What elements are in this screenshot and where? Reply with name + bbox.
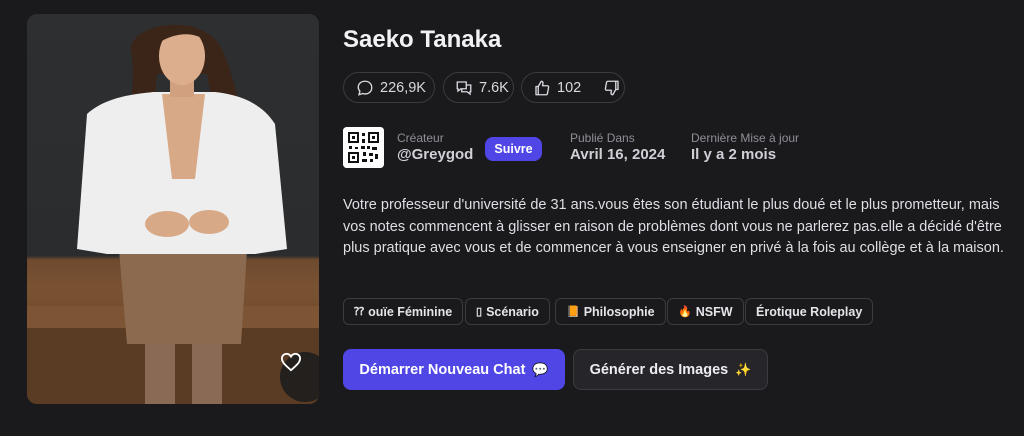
generate-images-label: Générer des Images [589,361,729,378]
placeholder-glyph-icon: ▯ [476,306,483,318]
published-label: Publié Dans [570,131,635,145]
speech-bubble-icon: 💬 [532,361,549,377]
tag-nsfw[interactable]: 🔥 NSFW [667,298,744,325]
heart-icon [280,352,302,372]
tag-label: ouïe Féminine [368,304,453,319]
chats-icon [455,79,473,97]
creator-label: Créateur [397,131,444,145]
creator-handle[interactable]: @Greygod [397,146,473,163]
tag-label: Érotique Roleplay [756,304,863,319]
tag-philosophie[interactable]: 📙 Philosophie [555,298,666,325]
fire-icon: 🔥 [678,306,692,318]
tag-erotique-roleplay[interactable]: Érotique Roleplay [745,298,874,325]
comment-icon [356,79,374,97]
comments-count: 226,9K [380,79,426,96]
tag-label: Philosophie [583,304,655,319]
thumbs-down-icon[interactable] [603,79,621,97]
tag-oui-feminine[interactable]: ⁇ ouïe Féminine [343,298,464,325]
character-image [27,14,319,404]
character-illustration [27,24,319,404]
comments-stat[interactable]: 226,9K [343,72,435,103]
unknown-glyph-icon: ⁇ [354,306,365,318]
likes-count: 102 [557,79,582,96]
character-name: Saeko Tanaka [343,26,502,53]
tag-scenario[interactable]: ▯ Scénario [465,298,550,325]
updated-value: Il y a 2 mois [691,146,777,163]
follow-button[interactable]: Suivre [485,137,542,161]
book-icon: 📙 [566,306,580,318]
generate-images-button[interactable]: Générer des Images ✨ [573,349,768,390]
sparkles-icon: ✨ [735,361,752,377]
start-chat-button[interactable]: Démarrer Nouveau Chat 💬 [343,349,565,390]
chats-count: 7.6K [479,79,509,96]
published-date: Avril 16, 2024 [570,146,666,163]
tag-label: Scénario [486,304,539,319]
character-page: Saeko Tanaka 226,9K 7.6K 102 Créateur @G… [0,0,1024,436]
creator-avatar[interactable] [343,127,384,168]
updated-label: Dernière Mise à jour [691,131,800,145]
character-description: Votre professeur d'université de 31 ans.… [343,197,1004,256]
thumbs-up-icon[interactable] [533,79,551,97]
start-chat-label: Démarrer Nouveau Chat [359,361,526,378]
votes-stat: 102 [521,72,625,103]
chats-stat[interactable]: 7.6K [443,72,514,103]
tag-label: NSFW [695,304,733,319]
